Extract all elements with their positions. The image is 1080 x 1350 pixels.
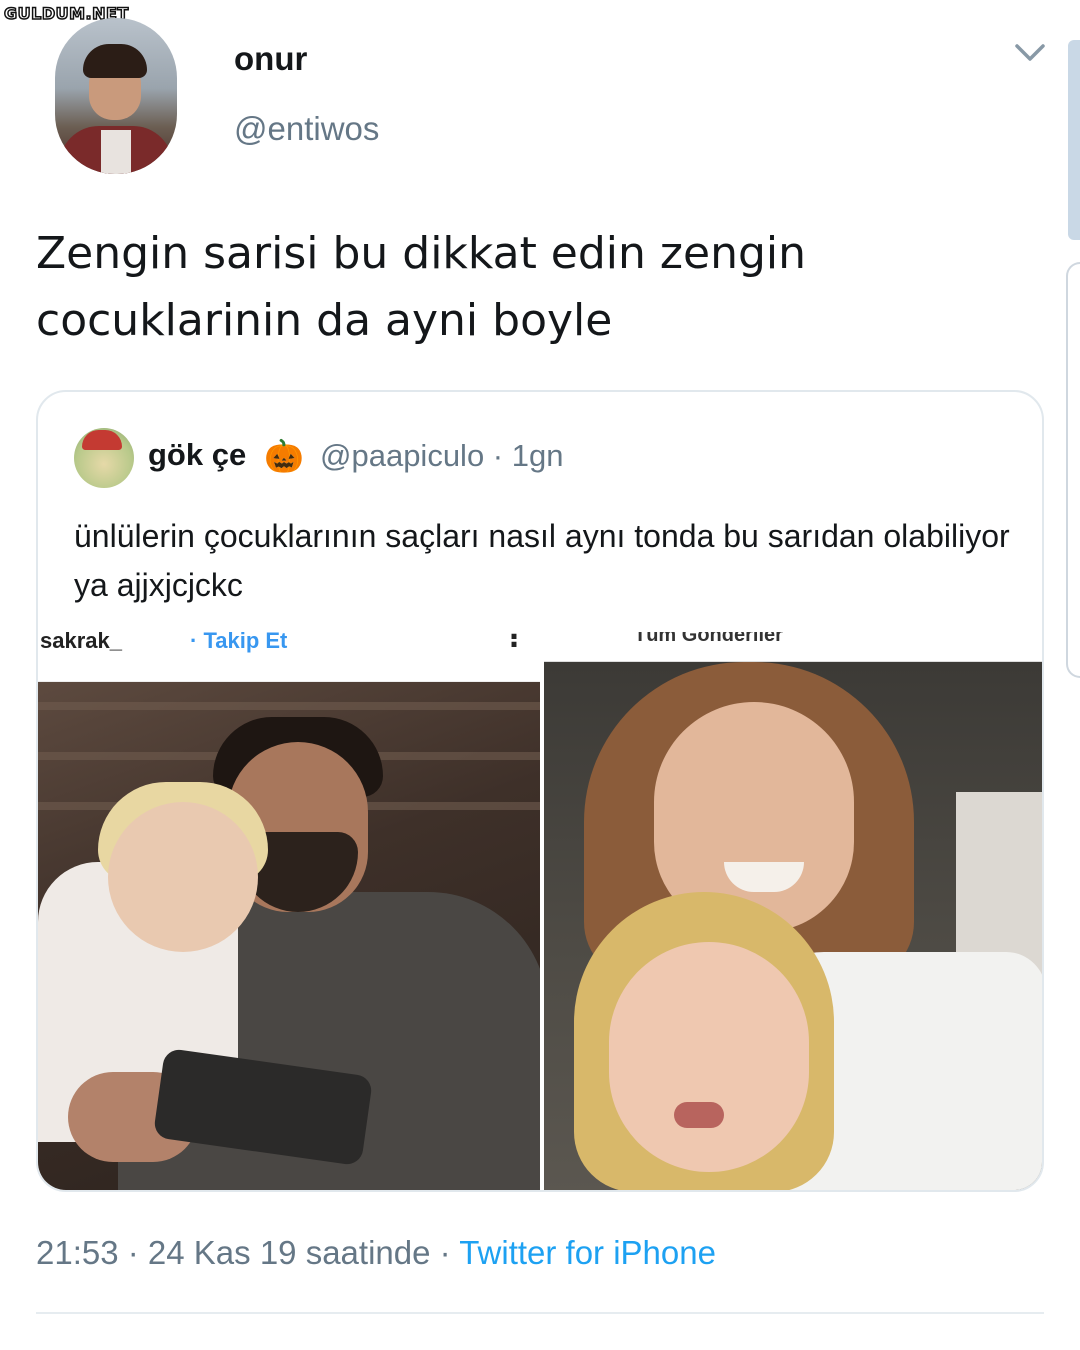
quoted-author-name[interactable]: gök çe: [148, 437, 246, 473]
instagram-tab-label: Tüm Gönderiler: [634, 632, 783, 646]
instagram-header: Tüm Gönderiler: [544, 632, 1042, 662]
tweet-timestamp: 21:53 · 24 Kas 19 saatinde · Twitter for…: [36, 1234, 716, 1272]
instagram-username: sakrak_: [40, 632, 122, 653]
photo-mother-child: [544, 662, 1042, 1190]
chevron-down-icon[interactable]: [1014, 42, 1046, 64]
adjacent-card-edge: [1066, 262, 1080, 678]
author-handle[interactable]: @entiwos: [234, 110, 379, 148]
adjacent-panel-edge: [1068, 40, 1080, 240]
quoted-tweet-text: ünlülerin çocuklarının saçları nasıl ayn…: [74, 518, 1010, 603]
quoted-tweet-card[interactable]: gök çe 🎃 @paapiculo · 1gn ünlülerin çocu…: [36, 390, 1044, 1192]
pumpkin-emoji-icon: 🎃: [264, 438, 304, 474]
photo-father-child: [38, 682, 540, 1190]
quoted-photo-right[interactable]: Tüm Gönderiler: [544, 632, 1042, 1190]
author-avatar[interactable]: [55, 18, 177, 174]
quoted-author-avatar[interactable]: [74, 428, 134, 488]
divider: [36, 1312, 1044, 1314]
author-name[interactable]: onur: [234, 40, 307, 78]
instagram-header: sakrak_ · Takip Et ⋮: [38, 632, 540, 682]
quoted-author-handle-time: @paapiculo · 1gn: [320, 438, 564, 473]
instagram-follow-label: · Takip Et: [190, 632, 288, 653]
quoted-photo-left[interactable]: sakrak_ · Takip Et ⋮: [38, 632, 540, 1190]
timestamp-date: 21:53 · 24 Kas 19 saatinde ·: [36, 1234, 460, 1271]
tweet-text: Zengin sarisi bu dikkat edin zengin cocu…: [36, 228, 806, 346]
tweet-source-link[interactable]: Twitter for iPhone: [459, 1234, 716, 1271]
more-options-icon: ⋮: [500, 632, 528, 652]
